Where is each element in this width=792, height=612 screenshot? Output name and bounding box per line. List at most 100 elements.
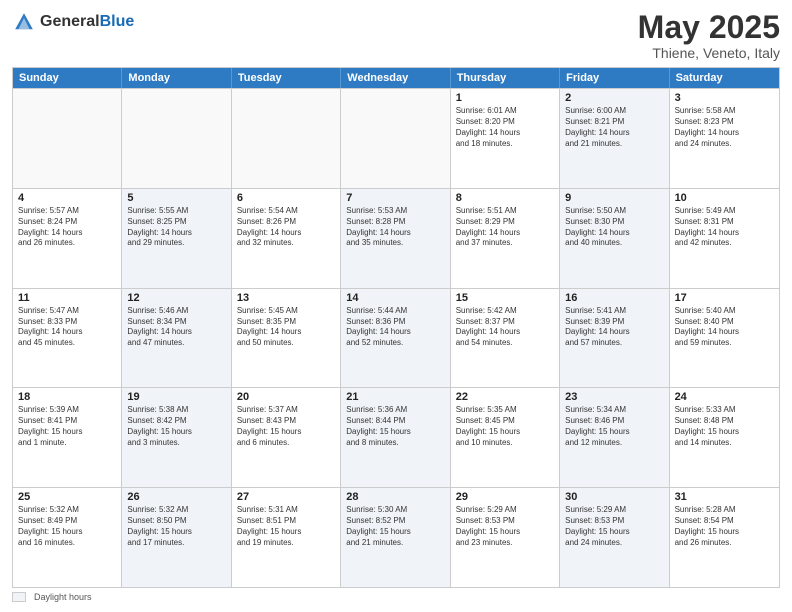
cal-cell-w3-d7: 17 Sunrise: 5:40 AM Sunset: 8:40 PM Dayli…	[670, 289, 779, 388]
cell-info: Sunrise: 5:51 AM Sunset: 8:29 PM Dayligh…	[456, 206, 554, 249]
cell-info: Sunrise: 5:34 AM Sunset: 8:46 PM Dayligh…	[565, 405, 663, 448]
day-number: 29	[456, 491, 554, 503]
day-header-wednesday: Wednesday	[341, 68, 450, 88]
cal-cell-w2-d5: 8 Sunrise: 5:51 AM Sunset: 8:29 PM Daylig…	[451, 189, 560, 288]
header: GeneralBlue May 2025 Thiene, Veneto, Ita…	[12, 10, 780, 61]
day-number: 17	[675, 292, 774, 304]
cal-cell-w5-d4: 28 Sunrise: 5:30 AM Sunset: 8:52 PM Dayli…	[341, 488, 450, 587]
day-number: 12	[127, 292, 225, 304]
calendar-week-2: 4 Sunrise: 5:57 AM Sunset: 8:24 PM Daylig…	[13, 188, 779, 288]
cell-info: Sunrise: 5:29 AM Sunset: 8:53 PM Dayligh…	[456, 505, 554, 548]
cal-cell-w5-d1: 25 Sunrise: 5:32 AM Sunset: 8:49 PM Dayli…	[13, 488, 122, 587]
cal-cell-w2-d4: 7 Sunrise: 5:53 AM Sunset: 8:28 PM Daylig…	[341, 189, 450, 288]
cal-cell-w1-d7: 3 Sunrise: 5:58 AM Sunset: 8:23 PM Daylig…	[670, 89, 779, 188]
day-number: 4	[18, 192, 116, 204]
cell-info: Sunrise: 5:35 AM Sunset: 8:45 PM Dayligh…	[456, 405, 554, 448]
day-number: 28	[346, 491, 444, 503]
cell-info: Sunrise: 5:44 AM Sunset: 8:36 PM Dayligh…	[346, 306, 444, 349]
cal-cell-w1-d4	[341, 89, 450, 188]
day-number: 13	[237, 292, 335, 304]
day-number: 14	[346, 292, 444, 304]
cell-info: Sunrise: 5:38 AM Sunset: 8:42 PM Dayligh…	[127, 405, 225, 448]
cell-info: Sunrise: 5:37 AM Sunset: 8:43 PM Dayligh…	[237, 405, 335, 448]
cal-cell-w5-d6: 30 Sunrise: 5:29 AM Sunset: 8:53 PM Dayli…	[560, 488, 669, 587]
cal-cell-w2-d7: 10 Sunrise: 5:49 AM Sunset: 8:31 PM Dayli…	[670, 189, 779, 288]
cal-cell-w2-d1: 4 Sunrise: 5:57 AM Sunset: 8:24 PM Daylig…	[13, 189, 122, 288]
day-number: 25	[18, 491, 116, 503]
day-header-sunday: Sunday	[13, 68, 122, 88]
cal-cell-w5-d3: 27 Sunrise: 5:31 AM Sunset: 8:51 PM Dayli…	[232, 488, 341, 587]
day-number: 16	[565, 292, 663, 304]
calendar-week-5: 25 Sunrise: 5:32 AM Sunset: 8:49 PM Dayli…	[13, 487, 779, 587]
cal-cell-w4-d1: 18Sunrise: 5:39 AM Sunset: 8:41 PM Dayli…	[13, 388, 122, 487]
day-number: 3	[675, 92, 774, 104]
day-number: 26	[127, 491, 225, 503]
cell-info: Sunrise: 5:32 AM Sunset: 8:49 PM Dayligh…	[18, 505, 116, 548]
cal-cell-w1-d2	[122, 89, 231, 188]
day-number: 11	[18, 292, 116, 304]
logo-blue: Blue	[100, 13, 135, 30]
cal-cell-w5-d5: 29 Sunrise: 5:29 AM Sunset: 8:53 PM Dayli…	[451, 488, 560, 587]
cal-cell-w2-d2: 5 Sunrise: 5:55 AM Sunset: 8:25 PM Daylig…	[122, 189, 231, 288]
day-number: 10	[675, 192, 774, 204]
day-header-saturday: Saturday	[670, 68, 779, 88]
cal-cell-w3-d3: 13 Sunrise: 5:45 AM Sunset: 8:35 PM Dayli…	[232, 289, 341, 388]
title-block: May 2025 Thiene, Veneto, Italy	[638, 10, 780, 61]
cell-info: Sunrise: 5:29 AM Sunset: 8:53 PM Dayligh…	[565, 505, 663, 548]
cell-info: Sunrise: 5:53 AM Sunset: 8:28 PM Dayligh…	[346, 206, 444, 249]
cal-cell-w4-d5: 22Sunrise: 5:35 AM Sunset: 8:45 PM Dayli…	[451, 388, 560, 487]
day-header-monday: Monday	[122, 68, 231, 88]
cal-cell-w4-d7: 24 Sunrise: 5:33 AM Sunset: 8:48 PM Dayli…	[670, 388, 779, 487]
cal-cell-w3-d1: 11 Sunrise: 5:47 AM Sunset: 8:33 PM Dayli…	[13, 289, 122, 388]
cell-info: Sunrise: 5:41 AM Sunset: 8:39 PM Dayligh…	[565, 306, 663, 349]
cal-cell-w5-d2: 26 Sunrise: 5:32 AM Sunset: 8:50 PM Dayli…	[122, 488, 231, 587]
logo: GeneralBlue	[12, 10, 134, 34]
cal-cell-w4-d3: 20 Sunrise: 5:37 AM Sunset: 8:43 PM Dayli…	[232, 388, 341, 487]
day-number: 9	[565, 192, 663, 204]
day-number: 19	[127, 391, 225, 403]
cell-info: Sunrise: 5:28 AM Sunset: 8:54 PM Dayligh…	[675, 505, 774, 548]
page: GeneralBlue May 2025 Thiene, Veneto, Ita…	[0, 0, 792, 612]
cell-info: Sunrise: 5:58 AM Sunset: 8:23 PM Dayligh…	[675, 106, 774, 149]
calendar-week-4: 18Sunrise: 5:39 AM Sunset: 8:41 PM Dayli…	[13, 387, 779, 487]
cell-info: Sunrise: 5:40 AM Sunset: 8:40 PM Dayligh…	[675, 306, 774, 349]
cal-cell-w1-d5: 1Sunrise: 6:01 AM Sunset: 8:20 PM Daylig…	[451, 89, 560, 188]
cell-info: Sunrise: 5:36 AM Sunset: 8:44 PM Dayligh…	[346, 405, 444, 448]
cal-cell-w4-d2: 19 Sunrise: 5:38 AM Sunset: 8:42 PM Dayli…	[122, 388, 231, 487]
cell-info: Sunrise: 5:31 AM Sunset: 8:51 PM Dayligh…	[237, 505, 335, 548]
cal-cell-w2-d3: 6Sunrise: 5:54 AM Sunset: 8:26 PM Daylig…	[232, 189, 341, 288]
day-number: 20	[237, 391, 335, 403]
day-number: 8	[456, 192, 554, 204]
calendar-body: 1Sunrise: 6:01 AM Sunset: 8:20 PM Daylig…	[13, 88, 779, 587]
cell-info: Sunrise: 6:00 AM Sunset: 8:21 PM Dayligh…	[565, 106, 663, 149]
cell-info: Sunrise: 5:49 AM Sunset: 8:31 PM Dayligh…	[675, 206, 774, 249]
day-number: 7	[346, 192, 444, 204]
day-number: 2	[565, 92, 663, 104]
calendar-header: SundayMondayTuesdayWednesdayThursdayFrid…	[13, 68, 779, 88]
cell-info: Sunrise: 5:32 AM Sunset: 8:50 PM Dayligh…	[127, 505, 225, 548]
legend-label: Daylight hours	[34, 592, 92, 602]
day-number: 31	[675, 491, 774, 503]
cal-cell-w1-d6: 2 Sunrise: 6:00 AM Sunset: 8:21 PM Daylig…	[560, 89, 669, 188]
calendar: SundayMondayTuesdayWednesdayThursdayFrid…	[12, 67, 780, 588]
cal-cell-w3-d6: 16 Sunrise: 5:41 AM Sunset: 8:39 PM Dayli…	[560, 289, 669, 388]
logo-icon	[12, 10, 36, 34]
cell-info: Sunrise: 5:47 AM Sunset: 8:33 PM Dayligh…	[18, 306, 116, 349]
cal-cell-w4-d4: 21Sunrise: 5:36 AM Sunset: 8:44 PM Dayli…	[341, 388, 450, 487]
day-number: 5	[127, 192, 225, 204]
cell-info: Sunrise: 5:39 AM Sunset: 8:41 PM Dayligh…	[18, 405, 116, 448]
cell-info: Sunrise: 5:55 AM Sunset: 8:25 PM Dayligh…	[127, 206, 225, 249]
day-number: 30	[565, 491, 663, 503]
cell-info: Sunrise: 5:45 AM Sunset: 8:35 PM Dayligh…	[237, 306, 335, 349]
cell-info: Sunrise: 5:57 AM Sunset: 8:24 PM Dayligh…	[18, 206, 116, 249]
cell-info: Sunrise: 5:33 AM Sunset: 8:48 PM Dayligh…	[675, 405, 774, 448]
day-header-thursday: Thursday	[451, 68, 560, 88]
day-number: 27	[237, 491, 335, 503]
day-number: 15	[456, 292, 554, 304]
cell-info: Sunrise: 5:30 AM Sunset: 8:52 PM Dayligh…	[346, 505, 444, 548]
cal-cell-w1-d1	[13, 89, 122, 188]
day-number: 24	[675, 391, 774, 403]
day-number: 23	[565, 391, 663, 403]
cell-info: Sunrise: 5:50 AM Sunset: 8:30 PM Dayligh…	[565, 206, 663, 249]
cal-cell-w5-d7: 31 Sunrise: 5:28 AM Sunset: 8:54 PM Dayli…	[670, 488, 779, 587]
